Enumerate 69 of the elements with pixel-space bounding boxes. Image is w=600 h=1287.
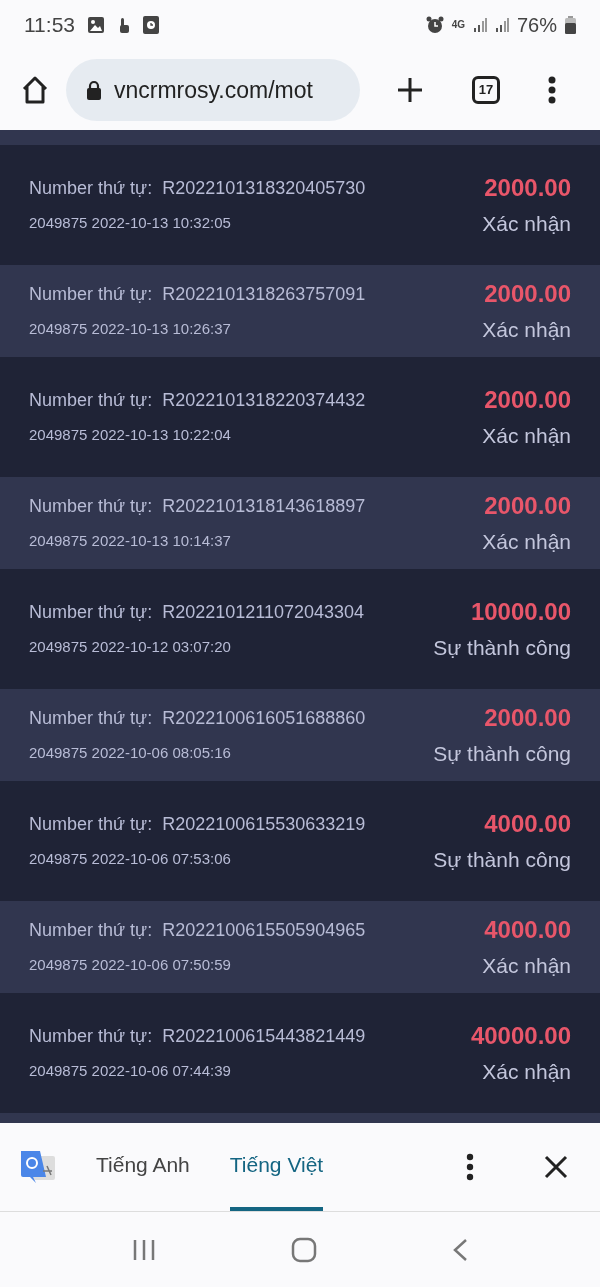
order-amount: 10000.00 [470, 597, 571, 628]
more-icon[interactable] [548, 76, 556, 104]
home-button-icon[interactable] [291, 1236, 317, 1263]
order-amount: 4000.00 [484, 915, 571, 946]
url-text: vncrmrosy.com/mot [114, 75, 313, 105]
order-meta: 2049875 2022-10-06 08:05:16 [29, 743, 232, 764]
image-icon [87, 16, 105, 34]
recent-apps-icon[interactable] [131, 1237, 156, 1262]
order-number: R2022100616051688860 [162, 707, 366, 731]
network-type: 4G [451, 20, 465, 30]
order-number: R2022101318320405730 [162, 177, 366, 201]
order-label: Number thứ tự: [29, 177, 153, 201]
more-icon[interactable] [466, 1153, 474, 1181]
order-number: R2022101318263757091 [162, 283, 366, 307]
order-amount: 2000.00 [484, 279, 571, 310]
order-label: Number thứ tự: [29, 601, 153, 625]
order-meta: 2049875 2022-10-06 07:53:06 [29, 849, 232, 870]
close-icon[interactable] [544, 1155, 568, 1179]
order-number: R2022100615530633219 [162, 813, 366, 837]
order-number: R2022101318143618897 [162, 495, 366, 519]
order-status: Sự thành công [433, 741, 571, 768]
home-icon[interactable] [20, 75, 50, 105]
order-label: Number thứ tự: [29, 495, 153, 519]
order-status: Xác nhận [482, 1059, 571, 1086]
touch-icon [117, 16, 131, 34]
order-meta: 2049875 2022-10-13 10:26:37 [29, 319, 232, 340]
order-amount: 40000.00 [470, 1021, 571, 1052]
order-meta: 2049875 2022-10-13 10:32:05 [29, 213, 232, 234]
back-icon[interactable] [452, 1237, 469, 1262]
order-number: R2022101211072043304 [162, 601, 364, 625]
order-status: Xác nhận [482, 423, 571, 450]
alarm-icon [425, 16, 444, 34]
clock-time: 11:53 [24, 12, 75, 39]
order-meta: 2049875 2022-10-06 07:44:39 [29, 1061, 232, 1082]
language-tab[interactable]: Tiếng Anh [96, 1123, 190, 1211]
order-label: Number thứ tự: [29, 389, 153, 413]
signal-icon [494, 18, 509, 32]
order-number: R2022100615505904965 [162, 919, 366, 943]
order-label: Number thứ tự: [29, 283, 153, 307]
order-number: R2022100615443821449 [162, 1025, 366, 1049]
order-status: Xác nhận [482, 529, 571, 556]
signal-icon [472, 18, 487, 32]
lock-icon [86, 80, 102, 100]
order-label: Number thứ tự: [29, 813, 153, 837]
order-amount: 2000.00 [484, 703, 571, 734]
order-number: R2022101318220374432 [162, 389, 366, 413]
plus-icon[interactable] [396, 76, 424, 104]
clock-app-icon [143, 16, 159, 34]
order-meta: 2049875 2022-10-06 07:50:59 [29, 955, 232, 976]
order-status: Sự thành công [433, 847, 571, 874]
order-status: Xác nhận [482, 211, 571, 238]
order-amount: 4000.00 [484, 809, 571, 840]
order-label: Number thứ tự: [29, 919, 153, 943]
order-label: Number thứ tự: [29, 1025, 153, 1049]
order-meta: 2049875 2022-10-13 10:22:04 [29, 425, 232, 446]
address-bar[interactable]: vncrmrosy.com/mot [66, 59, 360, 121]
order-status: Sự thành công [433, 635, 571, 662]
order-status: Xác nhận [482, 953, 571, 980]
battery-icon [565, 16, 576, 34]
order-amount: 2000.00 [484, 491, 571, 522]
order-amount: 2000.00 [484, 173, 571, 204]
order-meta: 2049875 2022-10-13 10:14:37 [29, 531, 232, 552]
language-tab[interactable]: Tiếng Việt [229, 1123, 324, 1211]
order-amount: 2000.00 [484, 385, 571, 416]
order-meta: 2049875 2022-10-12 03:07:20 [29, 637, 232, 658]
order-status: Xác nhận [482, 317, 571, 344]
battery-percent: 76% [516, 13, 557, 38]
order-label: Number thứ tự: [29, 707, 153, 731]
tab-count-button[interactable]: 17 [472, 76, 500, 104]
